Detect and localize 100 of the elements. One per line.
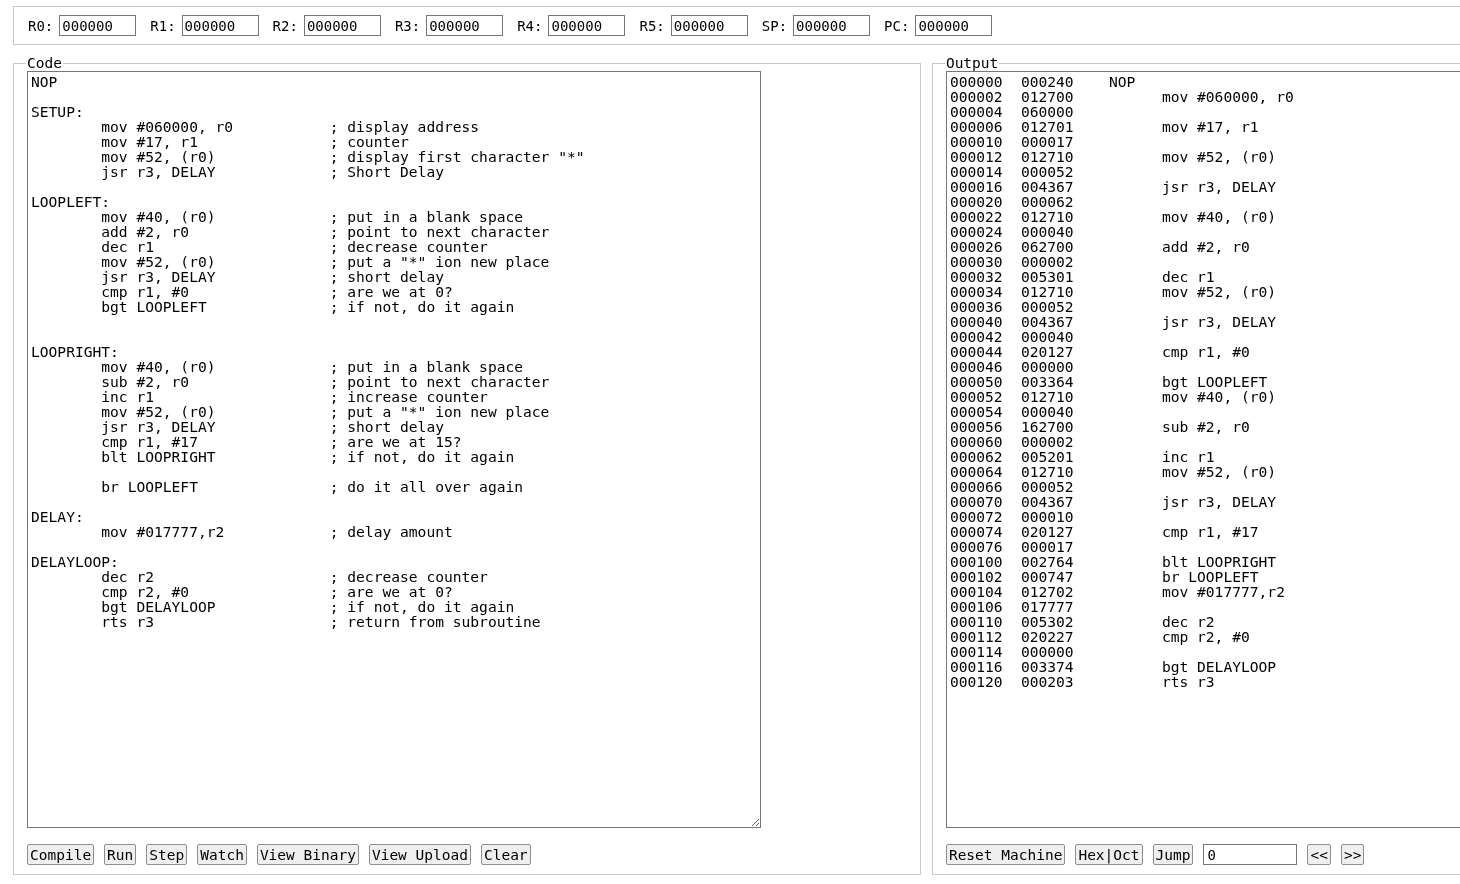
word-text: 000052 <box>1020 164 1075 179</box>
jump-field[interactable]: 0 <box>1203 844 1298 865</box>
toolbar-button[interactable]: Clear <box>480 844 531 865</box>
address-text: 000116 <box>949 659 1004 674</box>
toolbar-button[interactable]: Run <box>104 844 137 865</box>
address-text: 000070 <box>949 494 1004 509</box>
word-text: 000062 <box>1020 194 1075 209</box>
address-text: 000076 <box>949 539 1004 554</box>
address-text: 000050 <box>949 374 1004 389</box>
register-field[interactable]: 000000 <box>793 15 871 36</box>
word-text: 000747 <box>1020 569 1075 584</box>
instruction-text: jsr r3, DELAY <box>1161 494 1277 509</box>
address-text: 000112 <box>949 629 1004 644</box>
register-label: SP: <box>761 17 788 34</box>
word-text: 012710 <box>1020 389 1075 404</box>
register-label: PC: <box>884 17 910 34</box>
register-field[interactable]: 000000 <box>181 15 259 36</box>
word-text: 012710 <box>1020 464 1075 479</box>
word-text: 000240 <box>1020 74 1075 89</box>
toolbar-button[interactable]: View Upload <box>368 844 471 865</box>
address-text: 000000 <box>949 74 1004 89</box>
instruction-text: bgt DELAYLOOP <box>1161 659 1277 674</box>
address-text: 000074 <box>949 524 1004 539</box>
address-text: 000004 <box>949 104 1004 119</box>
word-text: 012710 <box>1020 149 1075 164</box>
address-text: 000040 <box>949 314 1004 329</box>
word-text: 012710 <box>1020 209 1075 224</box>
word-text: 012702 <box>1020 584 1075 599</box>
register-field[interactable]: 000000 <box>426 15 504 36</box>
instruction-text: mov #52, (r0) <box>1161 284 1277 299</box>
address-text: 000114 <box>949 644 1004 659</box>
word-text: 020127 <box>1020 344 1075 359</box>
instruction-text: mov #52, (r0) <box>1161 149 1277 164</box>
instruction-text: jsr r3, DELAY <box>1161 314 1277 329</box>
register-field[interactable]: 000000 <box>670 15 748 36</box>
address-text: 000064 <box>949 464 1004 479</box>
address-text: 000002 <box>949 89 1004 104</box>
word-text: 005302 <box>1020 614 1075 629</box>
instruction-text: dec r2 <box>1161 614 1215 629</box>
address-text: 000036 <box>949 299 1004 314</box>
instruction-text: cmp r1, #17 <box>1161 524 1259 539</box>
word-text: 020127 <box>1020 524 1075 539</box>
word-text: 000040 <box>1020 329 1075 344</box>
word-text: 162700 <box>1020 419 1075 434</box>
address-text: 000026 <box>949 239 1004 254</box>
word-text: 062700 <box>1020 239 1075 254</box>
hex-oct-button[interactable]: Hex|Oct <box>1075 844 1143 865</box>
address-text: 000044 <box>949 344 1004 359</box>
word-text: 000000 <box>1020 359 1075 374</box>
toolbar-button[interactable]: View Binary <box>256 844 359 865</box>
register-label: R0: <box>28 17 54 34</box>
code-editor[interactable]: NOP SETUP: mov #060000, r0 ; display address mov #17, r1 ; counter mov #52, (r0) ; display first character "*" jsr r3, DELAY ; Short Delay LOOPLEFT: mov #40, (r0) ; put in a blank space add #2, r0 ; point to next character dec r1 ; decrease counter mov #52, (r0) ; put a "*" ion new place jsr r3, DELAY ; short delay cmp r1, #0 ; are we at 0? bgt LOOPLEFT ; if not, do it again LOOPRIGHT: mov #40, (r0) ; put in a blank space sub #2, r0 ; point to next character inc r1 ; increase counter mov #52, (r0) ; put a "*" ion new place jsr r3, DELAY ; short delay cmp r1, #17 ; are we at 15? blt LOOPRIGHT ; if not, do it again br LOOPLEFT ; do it all over again DELAY: mov #017777,r2 ; delay amount DELAYLOOP: dec r2 ; decrease counter cmp r2, #0 ; are we at 0? bgt DELAYLOOP ; if not, do it again rts r3 ; return from subroutine <box>27 71 761 828</box>
reset-button[interactable]: Reset Machine <box>945 844 1066 865</box>
word-text: 000017 <box>1020 539 1075 554</box>
address-text: 000060 <box>949 434 1004 449</box>
address-text: 000052 <box>949 389 1004 404</box>
next-button[interactable]: >> <box>1340 844 1365 865</box>
instruction-text: mov #017777,r2 <box>1161 584 1285 599</box>
instruction-text: bgt LOOPLEFT <box>1161 374 1268 389</box>
address-text: 000016 <box>949 179 1004 194</box>
word-text: 005301 <box>1020 269 1075 284</box>
address-text: 000024 <box>949 224 1004 239</box>
address-text: 000062 <box>949 449 1004 464</box>
panel-title: Output <box>944 55 1000 71</box>
instruction-text: add #2, r0 <box>1161 239 1250 254</box>
address-text: 000056 <box>949 419 1004 434</box>
instruction-text: mov #17, r1 <box>1161 119 1259 134</box>
word-text: 012710 <box>1020 284 1075 299</box>
address-text: 000072 <box>949 509 1004 524</box>
instruction-text: br LOOPLEFT <box>1161 569 1259 584</box>
instruction-text: mov #40, (r0) <box>1161 209 1277 224</box>
instruction-text: mov #52, (r0) <box>1161 464 1277 479</box>
toolbar-button[interactable]: Compile <box>27 844 95 865</box>
word-text: 005201 <box>1020 449 1075 464</box>
instruction-text: NOP <box>1108 74 1136 89</box>
toolbar-button[interactable]: Watch <box>197 844 247 865</box>
instruction-text: blt LOOPRIGHT <box>1161 554 1277 569</box>
word-text: 000040 <box>1020 224 1075 239</box>
word-text: 003364 <box>1020 374 1075 389</box>
word-text: 000203 <box>1020 674 1075 689</box>
address-text: 000012 <box>949 149 1004 164</box>
instruction-text: dec r1 <box>1161 269 1215 284</box>
address-text: 000014 <box>949 164 1004 179</box>
word-text: 000002 <box>1020 254 1075 269</box>
instruction-text: rts r3 <box>1161 674 1215 689</box>
instruction-text: jsr r3, DELAY <box>1161 179 1277 194</box>
word-text: 012701 <box>1020 119 1075 134</box>
register-field[interactable]: 000000 <box>548 15 626 36</box>
address-text: 000022 <box>949 209 1004 224</box>
register-field[interactable]: 000000 <box>915 15 993 36</box>
toolbar-button[interactable]: Step <box>146 844 188 865</box>
address-text: 000034 <box>949 284 1004 299</box>
jump-button[interactable]: Jump <box>1152 844 1194 865</box>
register-field[interactable]: 000000 <box>59 15 137 36</box>
word-text: 003374 <box>1020 659 1075 674</box>
address-text: 000066 <box>949 479 1004 494</box>
instruction-text: cmp r2, #0 <box>1161 629 1250 644</box>
register-field[interactable]: 000000 <box>303 15 381 36</box>
address-text: 000010 <box>949 134 1004 149</box>
previous-button[interactable]: << <box>1307 844 1331 865</box>
